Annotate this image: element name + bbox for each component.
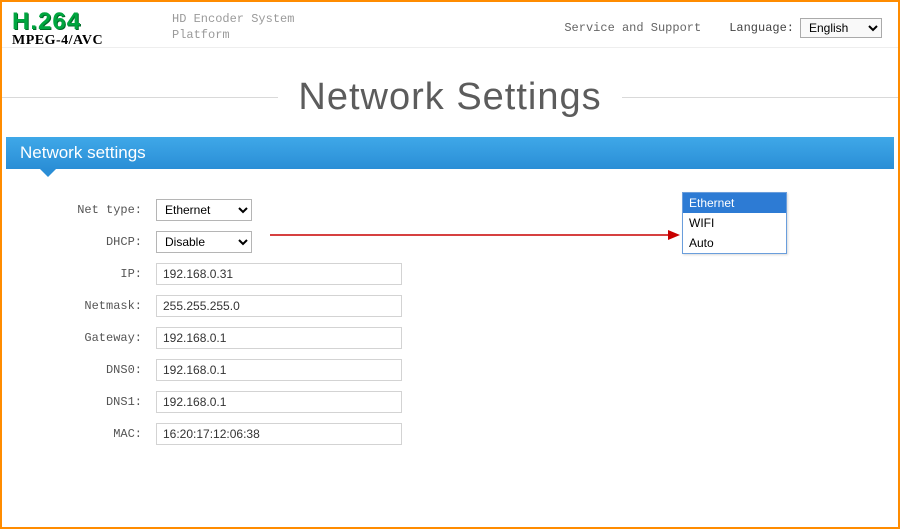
- platform-line1: HD Encoder System: [172, 12, 294, 26]
- row-netmask: Netmask:: [26, 295, 898, 317]
- header: H.264 MPEG-4/AVC HD Encoder System Platf…: [2, 2, 898, 48]
- dns0-input[interactable]: [156, 359, 402, 381]
- label-mac: MAC:: [26, 427, 156, 441]
- label-dns1: DNS1:: [26, 395, 156, 409]
- app-frame: H.264 MPEG-4/AVC HD Encoder System Platf…: [0, 0, 900, 529]
- logo-sub: MPEG-4/AVC: [12, 34, 152, 48]
- label-dns0: DNS0:: [26, 363, 156, 377]
- net-type-option-wifi[interactable]: WIFI: [683, 213, 786, 233]
- label-netmask: Netmask:: [26, 299, 156, 313]
- logo: H.264 MPEG-4/AVC: [12, 8, 152, 48]
- page-title: Network Settings: [278, 76, 621, 119]
- net-type-dropdown-popup: Ethernet WIFI Auto: [682, 192, 787, 254]
- platform-line2: Platform: [172, 28, 230, 42]
- language-select[interactable]: English: [800, 18, 882, 38]
- net-type-option-ethernet[interactable]: Ethernet: [683, 193, 786, 213]
- dns1-input[interactable]: [156, 391, 402, 413]
- row-gateway: Gateway:: [26, 327, 898, 349]
- language-label: Language:: [729, 21, 794, 35]
- platform-text: HD Encoder System Platform: [172, 12, 294, 43]
- mac-input[interactable]: [156, 423, 402, 445]
- header-right: Service and Support Language: English: [564, 8, 888, 38]
- row-ip: IP:: [26, 263, 898, 285]
- row-mac: MAC:: [26, 423, 898, 445]
- label-dhcp: DHCP:: [26, 235, 156, 249]
- dhcp-select[interactable]: Disable: [156, 231, 252, 253]
- title-rule-right: [622, 97, 898, 98]
- logo-main: H.264: [12, 10, 152, 34]
- net-type-option-auto[interactable]: Auto: [683, 233, 786, 253]
- label-gateway: Gateway:: [26, 331, 156, 345]
- row-dns0: DNS0:: [26, 359, 898, 381]
- section-band: Network settings: [6, 137, 894, 169]
- label-net-type: Net type:: [26, 203, 156, 217]
- title-rule-left: [2, 97, 278, 98]
- section-title: Network settings: [20, 143, 146, 162]
- page-title-row: Network Settings: [2, 76, 898, 119]
- label-ip: IP:: [26, 267, 156, 281]
- gateway-input[interactable]: [156, 327, 402, 349]
- ip-input[interactable]: [156, 263, 402, 285]
- language-chooser: Language: English: [729, 18, 882, 38]
- service-support-link[interactable]: Service and Support: [564, 21, 701, 35]
- row-dns1: DNS1:: [26, 391, 898, 413]
- net-type-select[interactable]: Ethernet: [156, 199, 252, 221]
- netmask-input[interactable]: [156, 295, 402, 317]
